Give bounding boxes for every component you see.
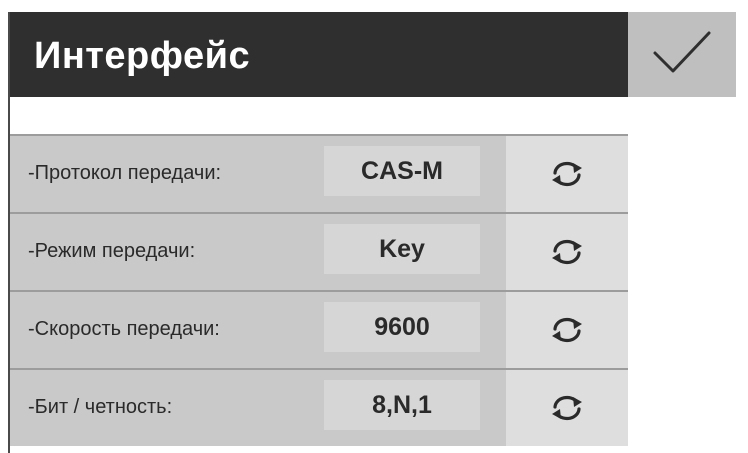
refresh-icon <box>549 237 585 267</box>
setting-value-mode[interactable]: Key <box>324 224 480 274</box>
setting-row-body: -Режим передачи: Key <box>10 214 506 290</box>
setting-label: -Протокол передачи: <box>28 162 222 184</box>
settings-list: -Протокол передачи: CAS-M -Режим передач… <box>10 134 628 446</box>
cycle-button-protocol[interactable] <box>506 136 628 212</box>
setting-value-protocol[interactable]: CAS-M <box>324 146 480 196</box>
setting-row-body: -Бит / четность: 8,N,1 <box>10 370 506 446</box>
interface-settings-screen: Интерфейс -Протокол передачи: CAS-M -Реж… <box>0 0 748 453</box>
check-icon <box>651 27 713 82</box>
cycle-button-parity[interactable] <box>506 370 628 446</box>
confirm-button[interactable] <box>628 12 736 97</box>
setting-row-body: -Скорость передачи: 9600 <box>10 292 506 368</box>
refresh-icon <box>549 159 585 189</box>
setting-value-parity[interactable]: 8,N,1 <box>324 380 480 430</box>
setting-row-body: -Протокол передачи: CAS-M <box>10 136 506 212</box>
spacer <box>10 97 628 134</box>
setting-row-baud-rate: -Скорость передачи: 9600 <box>10 290 628 368</box>
setting-row-parity: -Бит / четность: 8,N,1 <box>10 368 628 446</box>
refresh-icon <box>549 315 585 345</box>
refresh-icon <box>549 393 585 423</box>
setting-value-baud-rate[interactable]: 9600 <box>324 302 480 352</box>
setting-row-mode: -Режим передачи: Key <box>10 212 628 290</box>
page-title: Интерфейс <box>34 35 251 77</box>
setting-row-protocol: -Протокол передачи: CAS-M <box>10 134 628 212</box>
cycle-button-baud-rate[interactable] <box>506 292 628 368</box>
setting-label: -Режим передачи: <box>28 240 196 262</box>
header-bar: Интерфейс <box>10 12 628 97</box>
cycle-button-mode[interactable] <box>506 214 628 290</box>
setting-label: -Скорость передачи: <box>28 318 220 340</box>
setting-label: -Бит / четность: <box>28 396 173 418</box>
